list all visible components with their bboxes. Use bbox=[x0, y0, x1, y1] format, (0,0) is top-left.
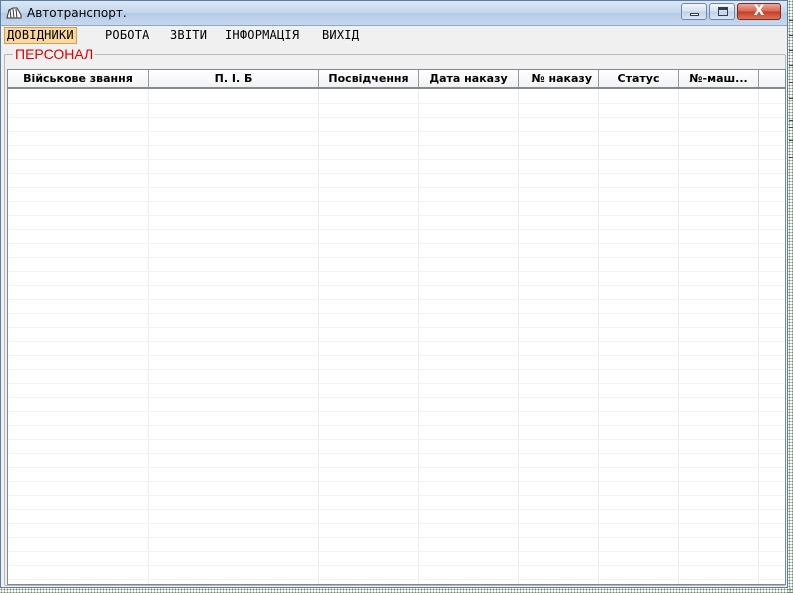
edge-tick bbox=[789, 35, 793, 36]
row-divider bbox=[8, 341, 785, 342]
row-divider bbox=[8, 145, 785, 146]
window-title: Автотранспорт. bbox=[27, 6, 127, 20]
row-divider bbox=[8, 383, 785, 384]
row-divider bbox=[8, 425, 785, 426]
personnel-group-label: ПЕРСОНАЛ bbox=[13, 46, 96, 62]
row-divider bbox=[8, 397, 785, 398]
menu-item-dovidnyky[interactable]: ДОВІДНИКИ bbox=[4, 27, 77, 44]
edge-tick bbox=[789, 120, 793, 121]
maximize-icon bbox=[718, 7, 728, 16]
car-app-icon bbox=[6, 7, 22, 19]
column-header-order-number[interactable]: № наказу bbox=[519, 70, 599, 87]
row-divider bbox=[8, 299, 785, 300]
row-divider bbox=[8, 131, 785, 132]
row-divider bbox=[8, 467, 785, 468]
row-divider bbox=[8, 495, 785, 496]
menu-item-robota[interactable]: РОБОТА bbox=[102, 27, 153, 44]
row-divider bbox=[8, 271, 785, 272]
edge-tick bbox=[789, 98, 793, 99]
menu-bar: ДОВІДНИКИ РОБОТА ЗВІТИ ІНФОРМАЦІЯ ВИХІД bbox=[1, 26, 787, 45]
row-divider bbox=[8, 579, 785, 580]
edge-tick bbox=[789, 157, 793, 158]
menu-item-informatsiia[interactable]: ІНФОРМАЦІЯ bbox=[222, 27, 302, 44]
row-divider bbox=[8, 229, 785, 230]
row-divider bbox=[8, 355, 785, 356]
screen-edge-ticks bbox=[789, 0, 793, 593]
row-divider bbox=[8, 159, 785, 160]
caption-buttons: X bbox=[681, 3, 781, 21]
edge-tick bbox=[789, 127, 793, 128]
edge-tick bbox=[789, 140, 793, 141]
edge-tick bbox=[789, 20, 793, 21]
row-divider bbox=[8, 537, 785, 538]
minimize-icon bbox=[690, 13, 699, 16]
row-divider bbox=[8, 257, 785, 258]
row-divider bbox=[8, 369, 785, 370]
minimize-button[interactable] bbox=[681, 3, 707, 20]
table-header: Військове звання П. І. Б Посвідчення Дат… bbox=[8, 70, 785, 89]
row-divider bbox=[8, 201, 785, 202]
title-bar[interactable]: Автотранспорт. X bbox=[1, 1, 787, 26]
edge-tick bbox=[789, 82, 793, 83]
maximize-button[interactable] bbox=[709, 3, 735, 20]
row-divider bbox=[8, 327, 785, 328]
column-header-status[interactable]: Статус bbox=[599, 70, 679, 87]
row-divider bbox=[8, 243, 785, 244]
row-divider bbox=[8, 285, 785, 286]
row-divider bbox=[8, 439, 785, 440]
row-divider bbox=[8, 523, 785, 524]
column-header-name[interactable]: П. І. Б bbox=[149, 70, 319, 87]
edge-tick bbox=[789, 65, 793, 66]
row-divider bbox=[8, 509, 785, 510]
main-window: Автотранспорт. X ДОВІДНИКИ РОБОТА ЗВІТИ … bbox=[0, 0, 788, 588]
edge-tick bbox=[789, 50, 793, 51]
menu-item-vykhid[interactable]: ВИХІД bbox=[319, 27, 362, 44]
close-icon: X bbox=[753, 3, 765, 19]
row-divider bbox=[8, 411, 785, 412]
row-divider bbox=[8, 313, 785, 314]
row-divider bbox=[8, 481, 785, 482]
row-divider bbox=[8, 453, 785, 454]
row-divider bbox=[8, 215, 785, 216]
table-body[interactable] bbox=[8, 89, 785, 584]
row-divider bbox=[8, 187, 785, 188]
row-divider bbox=[8, 173, 785, 174]
menu-item-zvity[interactable]: ЗВІТИ bbox=[167, 27, 210, 44]
row-divider bbox=[8, 103, 785, 104]
column-header-rank[interactable]: Військове звання bbox=[8, 70, 149, 87]
column-header-vehicle-number[interactable]: №-маш... bbox=[679, 70, 759, 87]
column-header-certificate[interactable]: Посвідчення bbox=[319, 70, 419, 87]
personnel-table[interactable]: Військове звання П. І. Б Посвідчення Дат… bbox=[7, 69, 786, 585]
close-button[interactable]: X bbox=[737, 3, 781, 20]
row-divider bbox=[8, 551, 785, 552]
row-divider bbox=[8, 117, 785, 118]
row-divider bbox=[8, 565, 785, 566]
screen-edge-bottom bbox=[0, 588, 793, 593]
column-header-order-date[interactable]: Дата наказу bbox=[419, 70, 519, 87]
